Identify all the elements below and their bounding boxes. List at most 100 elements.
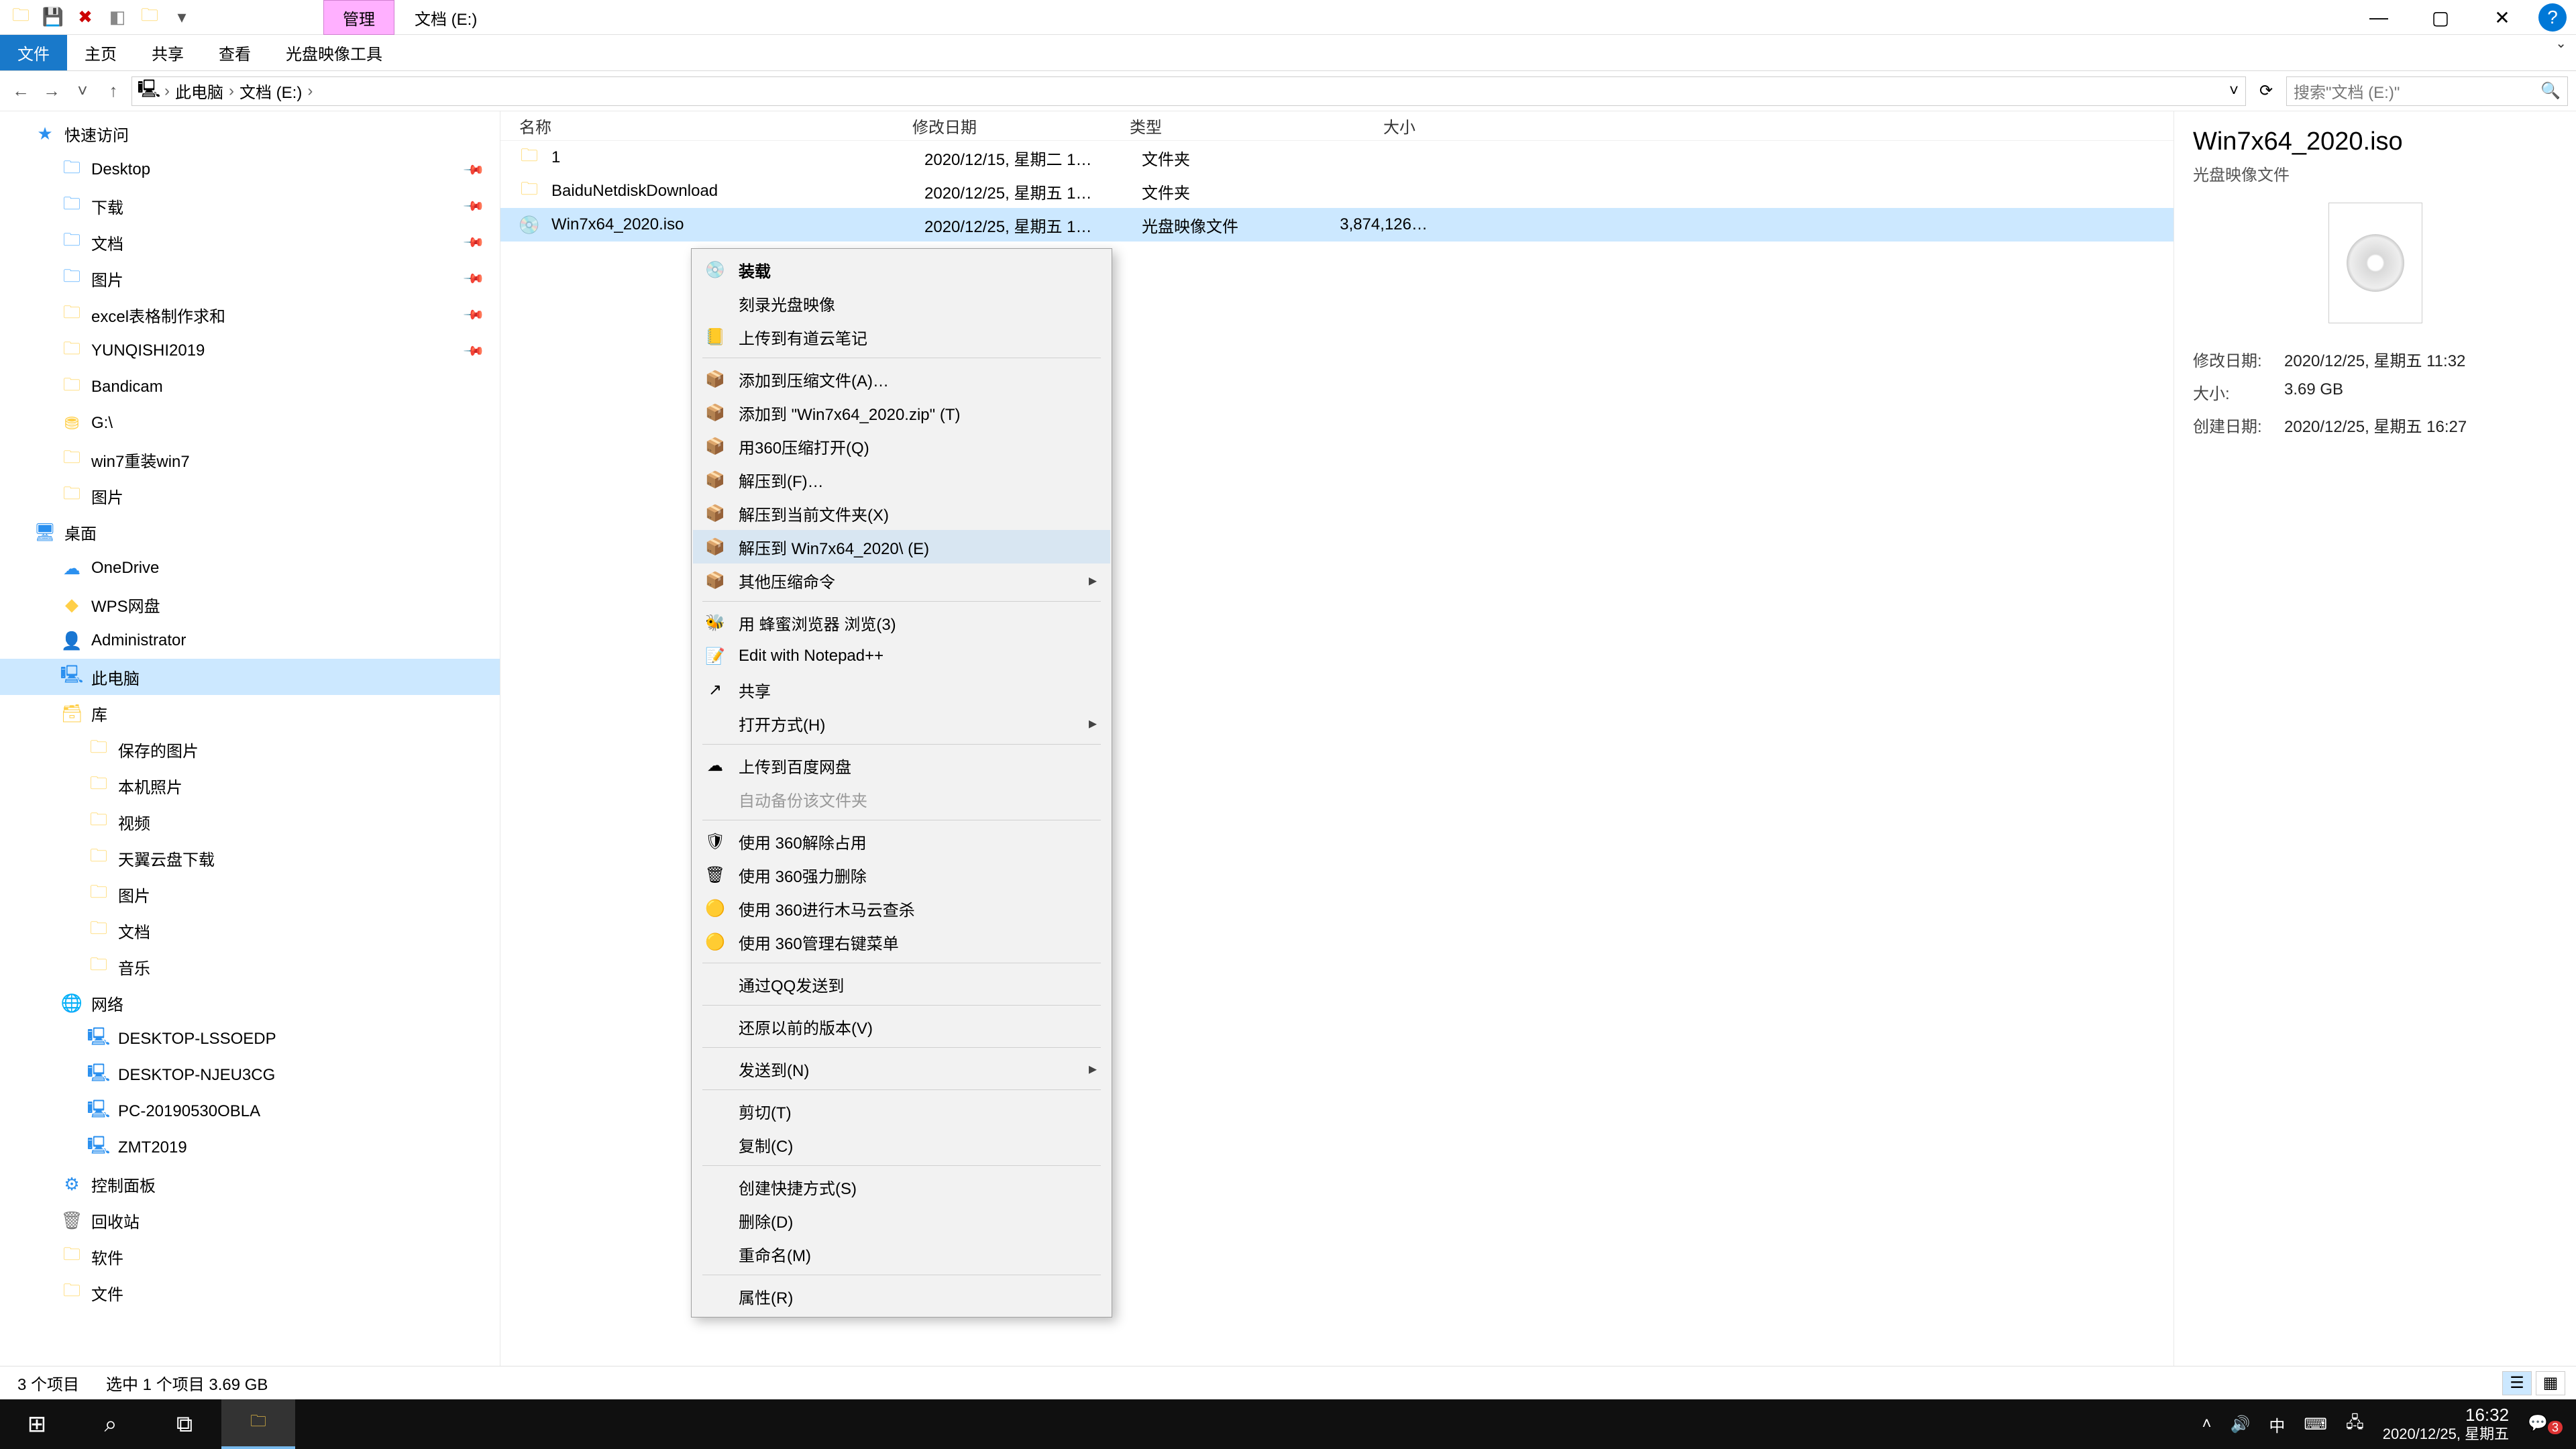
action-center-icon[interactable]: 💬3 xyxy=(2528,1413,2563,1436)
crumb-documents-e[interactable]: 文档 (E:) xyxy=(239,79,302,103)
contextual-tab-manage[interactable]: 管理 xyxy=(323,0,394,35)
menu-item[interactable]: 📦解压到 Win7x64_2020\ (E) xyxy=(693,530,1110,564)
properties-icon[interactable]: ◧ xyxy=(107,7,127,28)
menu-item[interactable]: 🗑使用 360强力删除 xyxy=(693,858,1110,892)
ribbon-collapse-icon[interactable]: ⌄ xyxy=(2555,35,2567,52)
menu-item[interactable]: 🐝用 蜂蜜浏览器 浏览(3) xyxy=(693,606,1110,639)
file-row[interactable]: 💿Win7x64_2020.iso2020/12/25, 星期五 1…光盘映像文… xyxy=(500,208,2174,241)
menu-item[interactable]: 📦添加到压缩文件(A)… xyxy=(693,362,1110,396)
chevron-right-icon[interactable]: › xyxy=(229,82,234,101)
ribbon-tab-home[interactable]: 主页 xyxy=(67,35,134,70)
nav-item[interactable]: 🗀保存的图片 xyxy=(0,731,500,767)
col-modified[interactable]: 修改日期 xyxy=(912,114,1130,138)
menu-item[interactable]: 打开方式(H)▸ xyxy=(693,706,1110,740)
nav-item[interactable]: 🗀软件 xyxy=(0,1238,500,1275)
menu-item[interactable]: 📦其他压缩命令▸ xyxy=(693,564,1110,597)
nav-item[interactable]: 🗀文档 xyxy=(0,912,500,949)
menu-item[interactable]: 📒上传到有道云笔记 xyxy=(693,320,1110,354)
navigation-pane[interactable]: ★快速访问🗀Desktop📌🗀下载📌🗀文档📌🗀图片📌🗀excel表格制作求和📌🗀… xyxy=(0,111,500,1366)
menu-item[interactable]: 属性(R) xyxy=(693,1279,1110,1313)
menu-item[interactable]: 📝Edit with Notepad++ xyxy=(693,639,1110,673)
nav-item[interactable]: 🗀win7重装win7 xyxy=(0,441,500,478)
menu-item[interactable]: 💿装载 xyxy=(693,253,1110,286)
start-button[interactable]: ⊞ xyxy=(0,1399,74,1449)
menu-item[interactable]: 刻录光盘映像 xyxy=(693,286,1110,320)
nav-item[interactable]: 🗀音乐 xyxy=(0,949,500,985)
nav-item[interactable]: 🗀Bandicam xyxy=(0,369,500,405)
menu-item[interactable]: ☁上传到百度网盘 xyxy=(693,749,1110,782)
ribbon-tab-disc-tools[interactable]: 光盘映像工具 xyxy=(268,35,400,70)
ime-mode-icon[interactable]: ⌨ xyxy=(2304,1415,2327,1434)
nav-item[interactable]: 🗀天翼云盘下载 xyxy=(0,840,500,876)
system-tray[interactable]: ˄ 🔊 中 ⌨ 🖧 16:32 2020/12/25, 星期五 💬3 xyxy=(2202,1405,2576,1442)
nav-item[interactable]: 🖥桌面 xyxy=(0,514,500,550)
chevron-right-icon[interactable]: › xyxy=(307,82,313,101)
nav-item[interactable]: 🗑回收站 xyxy=(0,1202,500,1238)
menu-item[interactable]: 📦添加到 "Win7x64_2020.zip" (T) xyxy=(693,396,1110,429)
nav-item[interactable]: 🗀文档📌 xyxy=(0,224,500,260)
nav-item[interactable]: ★快速访问 xyxy=(0,115,500,152)
nav-item[interactable]: ⛃G:\ xyxy=(0,405,500,441)
menu-item[interactable]: 发送到(N)▸ xyxy=(693,1052,1110,1085)
search-input[interactable]: 搜索"文档 (E:)" 🔍 xyxy=(2286,76,2568,106)
nav-back-button[interactable]: ← xyxy=(8,78,34,104)
menu-item[interactable]: 📦解压到(F)… xyxy=(693,463,1110,496)
nav-item[interactable]: 🗀YUNQISHI2019📌 xyxy=(0,333,500,369)
menu-item[interactable]: 还原以前的版本(V) xyxy=(693,1010,1110,1043)
nav-item[interactable]: 🖳DESKTOP-NJEU3CG xyxy=(0,1057,500,1093)
menu-item[interactable]: 🟡使用 360进行木马云查杀 xyxy=(693,892,1110,925)
nav-item[interactable]: 🗀视频 xyxy=(0,804,500,840)
nav-item[interactable]: 🖳PC-20190530OBLA xyxy=(0,1093,500,1130)
volume-icon[interactable]: 🔊 xyxy=(2230,1415,2250,1434)
col-type[interactable]: 类型 xyxy=(1130,114,1312,138)
nav-item[interactable]: 🗀图片📌 xyxy=(0,260,500,297)
nav-item[interactable]: 🗀图片 xyxy=(0,478,500,514)
nav-item[interactable]: 🖳此电脑 xyxy=(0,659,500,695)
search-button[interactable]: ⌕ xyxy=(74,1399,148,1449)
col-size[interactable]: 大小 xyxy=(1312,114,1426,138)
tray-overflow-icon[interactable]: ˄ xyxy=(2202,1415,2211,1434)
minimize-button[interactable]: — xyxy=(2348,0,2410,35)
column-headers[interactable]: 名称 修改日期 类型 大小 xyxy=(500,111,2174,141)
taskbar-clock[interactable]: 16:32 2020/12/25, 星期五 xyxy=(2383,1405,2509,1442)
nav-item[interactable]: ⚙控制面板 xyxy=(0,1166,500,1202)
menu-item[interactable]: 通过QQ发送到 xyxy=(693,967,1110,1001)
help-icon[interactable]: ? xyxy=(2538,3,2567,32)
ribbon-tab-share[interactable]: 共享 xyxy=(134,35,201,70)
nav-item[interactable]: 🗀excel表格制作求和📌 xyxy=(0,297,500,333)
nav-item[interactable]: ☁OneDrive xyxy=(0,550,500,586)
folder-icon[interactable]: 🗀 xyxy=(11,7,31,28)
refresh-button[interactable]: ⟳ xyxy=(2251,81,2281,101)
menu-item[interactable]: 🛡使用 360解除占用 xyxy=(693,824,1110,858)
ribbon-tab-view[interactable]: 查看 xyxy=(201,35,268,70)
close-button[interactable]: ✕ xyxy=(2471,0,2533,35)
nav-item[interactable]: 🗃库 xyxy=(0,695,500,731)
menu-item[interactable]: 📦解压到当前文件夹(X) xyxy=(693,496,1110,530)
nav-item[interactable]: 🗀本机照片 xyxy=(0,767,500,804)
taskbar-explorer[interactable]: 🗀 xyxy=(221,1399,295,1449)
nav-item[interactable]: 🗀图片 xyxy=(0,876,500,912)
ribbon-tab-file[interactable]: 文件 xyxy=(0,35,67,70)
view-thumbnails-button[interactable]: ▦ xyxy=(2536,1371,2565,1395)
menu-item[interactable]: 🟡使用 360管理右键菜单 xyxy=(693,925,1110,959)
nav-forward-button[interactable]: → xyxy=(39,78,64,104)
network-icon[interactable]: 🖧 xyxy=(2346,1411,2364,1438)
delete-x-icon[interactable]: ✖ xyxy=(75,7,95,28)
nav-item[interactable]: 🗀Desktop📌 xyxy=(0,152,500,188)
nav-up-button[interactable]: ↑ xyxy=(101,78,126,104)
address-dropdown-icon[interactable]: ˅ xyxy=(2229,82,2239,101)
menu-item[interactable]: 创建快捷方式(S) xyxy=(693,1170,1110,1203)
context-menu[interactable]: 💿装载刻录光盘映像📒上传到有道云笔记 📦添加到压缩文件(A)…📦添加到 "Win7… xyxy=(691,248,1112,1318)
search-icon[interactable]: 🔍 xyxy=(2540,81,2561,101)
menu-item[interactable]: 复制(C) xyxy=(693,1128,1110,1161)
nav-item[interactable]: 🗀文件 xyxy=(0,1275,500,1311)
save-icon[interactable]: 💾 xyxy=(43,7,63,28)
nav-item[interactable]: ◆WPS网盘 xyxy=(0,586,500,623)
new-folder-icon[interactable]: 🗀 xyxy=(140,7,160,28)
menu-item[interactable]: 📦用360压缩打开(Q) xyxy=(693,429,1110,463)
nav-item[interactable]: 🌐网络 xyxy=(0,985,500,1021)
ime-indicator[interactable]: 中 xyxy=(2269,1413,2285,1436)
qat-dropdown-icon[interactable]: ▾ xyxy=(172,7,192,28)
breadcrumb[interactable]: 🖳 › 此电脑 › 文档 (E:) › ˅ xyxy=(131,76,2246,106)
nav-item[interactable]: 🖳DESKTOP-LSSOEDP xyxy=(0,1021,500,1057)
